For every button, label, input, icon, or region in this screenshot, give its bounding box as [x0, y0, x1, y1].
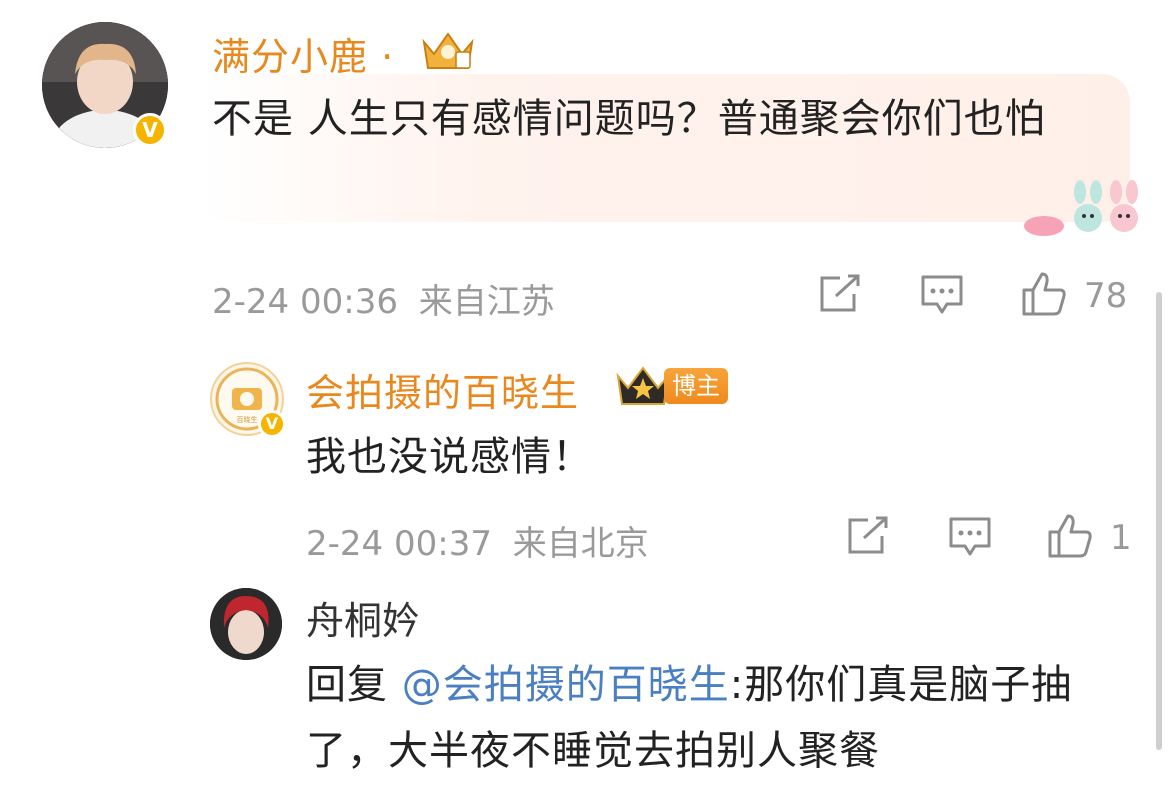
- comment-icon[interactable]: [948, 516, 992, 558]
- scrollbar-thumb[interactable]: [1156, 292, 1162, 750]
- comment-meta: 2-24 00:36 来自江苏: [212, 274, 555, 323]
- blogger-badge: 博主: [664, 368, 728, 404]
- comment-location: 来自江苏: [418, 282, 555, 322]
- avatar-zhoutongjin[interactable]: [210, 588, 282, 660]
- reply-username[interactable]: 舟桐妗: [306, 590, 420, 645]
- share-icon[interactable]: [818, 274, 862, 314]
- comment-text: 不是 人生只有感情问题吗？普通聚会你们也怕: [212, 96, 1046, 142]
- verified-badge-icon: V: [133, 113, 167, 147]
- comment-username-text[interactable]: 满分小鹿: [212, 35, 368, 79]
- like-count: 1: [1110, 518, 1132, 558]
- verified-badge-icon: V: [258, 410, 286, 438]
- like-icon[interactable]: [1046, 512, 1094, 560]
- comment-icon[interactable]: [920, 274, 964, 316]
- comment-username[interactable]: 满分小鹿 ·: [212, 26, 394, 81]
- reply-timestamp: 2-24 00:37: [306, 524, 492, 564]
- comment-timestamp: 2-24 00:36: [212, 282, 398, 322]
- sticker-bunny-icon: [1020, 178, 1150, 244]
- mention-link[interactable]: @会拍摄的百晓生: [402, 662, 730, 708]
- reply-location: 来自北京: [512, 524, 649, 564]
- like-count: 78: [1084, 276, 1128, 316]
- reply-prefix: 回复: [306, 662, 388, 708]
- crown-badge-icon: [616, 366, 670, 406]
- share-icon[interactable]: [846, 516, 890, 556]
- crown-badge-icon: [420, 28, 476, 72]
- svg-text:百晓生: 百晓生: [237, 415, 258, 424]
- like-icon[interactable]: [1020, 270, 1068, 318]
- reply-username[interactable]: 会拍摄的百晓生: [306, 362, 579, 417]
- reply-meta: 2-24 00:37 来自北京: [306, 516, 649, 565]
- reply-text: 我也没说感情！: [306, 434, 593, 480]
- reply-text: 回复 @会拍摄的百晓生:那你们真是脑子抽了，大半夜不睡觉去拍别人聚餐: [306, 652, 1126, 784]
- username-separator-dot: ·: [381, 35, 395, 79]
